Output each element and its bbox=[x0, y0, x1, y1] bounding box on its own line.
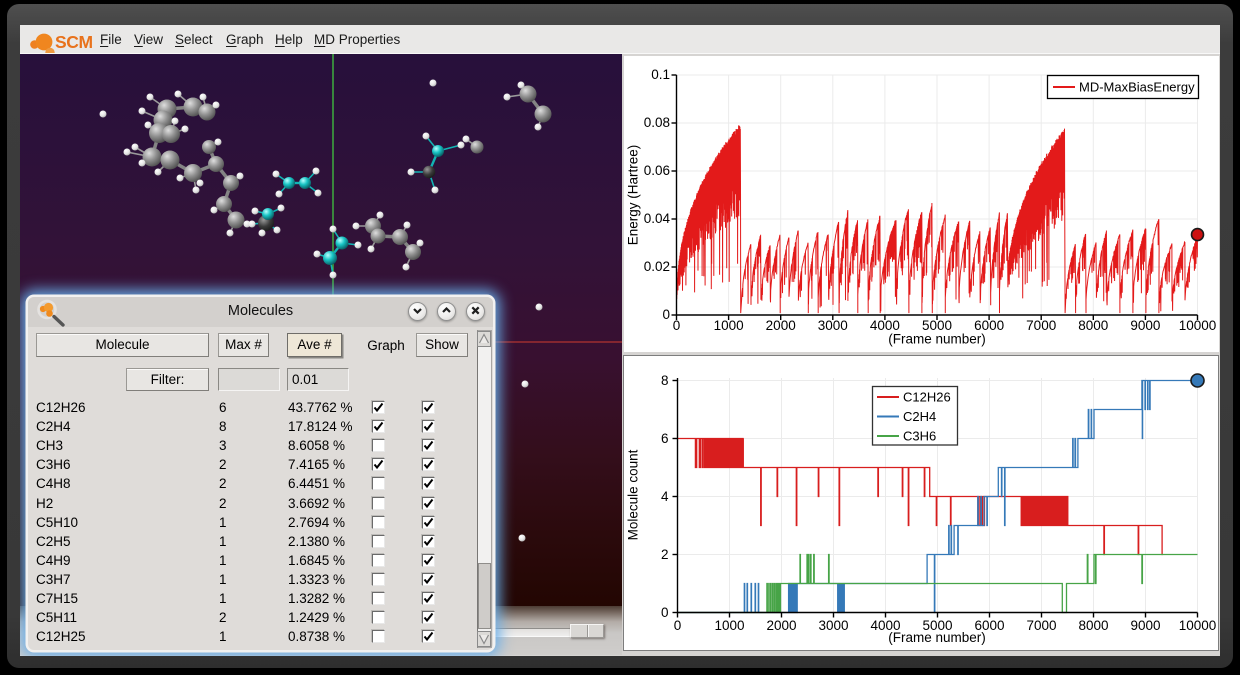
svg-text:0: 0 bbox=[673, 318, 681, 333]
svg-text:7000: 7000 bbox=[1026, 318, 1056, 333]
svg-text:MD-MaxBiasEnergy: MD-MaxBiasEnergy bbox=[1079, 80, 1195, 95]
svg-text:0: 0 bbox=[661, 605, 669, 620]
svg-text:C2H4: C2H4 bbox=[903, 409, 936, 424]
svg-text:0.02: 0.02 bbox=[644, 259, 670, 274]
svg-text:2: 2 bbox=[661, 547, 669, 562]
svg-text:1000: 1000 bbox=[714, 318, 744, 333]
svg-text:8000: 8000 bbox=[1078, 618, 1108, 633]
svg-text:0.04: 0.04 bbox=[644, 211, 671, 226]
svg-text:(Frame number): (Frame number) bbox=[888, 332, 986, 347]
svg-text:10000: 10000 bbox=[1179, 618, 1217, 633]
svg-text:C3H6: C3H6 bbox=[903, 429, 936, 444]
svg-text:C12H26: C12H26 bbox=[903, 390, 951, 405]
svg-text:0.1: 0.1 bbox=[651, 67, 670, 82]
svg-text:Energy (Hartree): Energy (Hartree) bbox=[626, 145, 641, 246]
svg-text:0: 0 bbox=[674, 618, 682, 633]
svg-text:2000: 2000 bbox=[766, 318, 796, 333]
svg-text:9000: 9000 bbox=[1130, 618, 1160, 633]
svg-text:(Frame number): (Frame number) bbox=[888, 630, 986, 645]
svg-text:0.08: 0.08 bbox=[644, 115, 670, 130]
svg-text:8000: 8000 bbox=[1078, 318, 1108, 333]
svg-text:7000: 7000 bbox=[1026, 618, 1056, 633]
svg-text:1000: 1000 bbox=[714, 618, 744, 633]
svg-text:3000: 3000 bbox=[818, 318, 848, 333]
svg-text:6: 6 bbox=[661, 431, 669, 446]
svg-text:2000: 2000 bbox=[766, 618, 796, 633]
svg-text:0.06: 0.06 bbox=[644, 163, 670, 178]
svg-text:Molecule count: Molecule count bbox=[626, 449, 641, 540]
svg-text:10000: 10000 bbox=[1179, 318, 1217, 333]
svg-text:3000: 3000 bbox=[818, 618, 848, 633]
svg-text:9000: 9000 bbox=[1130, 318, 1160, 333]
svg-text:8: 8 bbox=[661, 373, 669, 388]
svg-text:0: 0 bbox=[662, 307, 670, 322]
svg-text:4: 4 bbox=[661, 489, 669, 504]
